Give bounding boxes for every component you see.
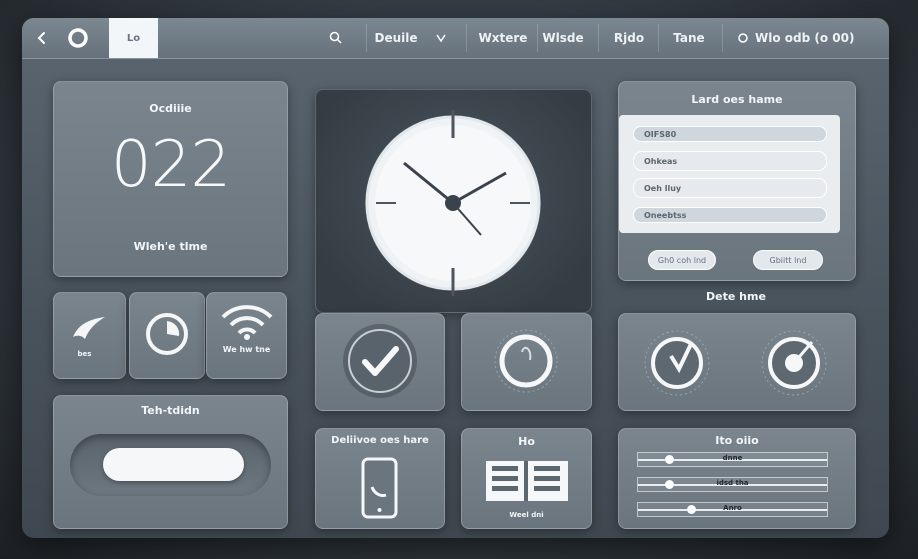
list-card[interactable]: Ho Weel dni [461,428,592,529]
quick-tile-1-label: bes [77,350,92,358]
date-card-title: Dete hme [706,290,766,303]
toggle-card-title: Teh-tdidn [141,404,200,417]
slider-label: dnne [722,454,743,462]
form-button-2[interactable]: Gbiitt lnd [753,250,823,270]
slider-card: Ito oiio dnne idsd tha Anro [618,428,856,529]
wifi-icon [219,295,275,345]
clock-card-title: Ocdiiie [149,102,192,115]
device-card-title: Deliivoe oes hare [331,435,429,446]
list-icon [486,461,568,501]
search-icon[interactable] [324,18,348,58]
form-field-1[interactable]: OIFS80 [633,126,827,142]
form-field-4[interactable]: Oneebtss [633,207,827,223]
slider-row[interactable]: dnne [637,452,828,467]
back-arrow-icon[interactable] [30,18,54,58]
quick-tile-3-label: We hw tne [222,345,271,354]
form-card: Lard oes hame OIFS80 Ohkeas Oeh lluy One… [618,81,856,281]
top-bar: Lo Deuile Wxtere Wlsde Rjdo Tane Wlo odb… [22,18,889,59]
clock-card[interactable]: Ocdiiie 022 Wleh'e tlme [53,81,288,277]
slider-label: idsd tha [716,479,749,487]
analog-clock-panel [315,89,592,313]
quick-tile-3[interactable]: We hw tne [206,292,287,379]
ring-panel[interactable] [461,313,592,411]
slider-label: Anro [723,504,742,512]
gauge-card[interactable] [618,313,856,411]
status-text: Wlo odb (o 00) [755,31,855,45]
chevron-down-icon[interactable] [432,18,450,58]
tab-active[interactable]: Lo [109,18,158,58]
toggle-knob[interactable] [103,448,244,481]
menu-tane[interactable]: Tane [666,18,712,58]
ring-icon [494,329,558,393]
menu-rjdo[interactable]: Rjdo [608,18,650,58]
slider-card-title: Ito oiio [715,434,759,447]
form-button-1[interactable]: Gh0 coh lnd [648,250,716,270]
check-panel[interactable] [315,313,445,411]
swoosh-icon [71,313,109,351]
list-card-title: Ho [518,435,535,448]
menu-wlsde[interactable]: Wlsde [542,18,584,58]
slider-row[interactable]: idsd tha [637,477,828,492]
form-field-2[interactable]: Ohkeas [633,151,827,171]
power-icon[interactable] [62,18,94,58]
dashboard-window: Lo Deuile Wxtere Wlsde Rjdo Tane Wlo odb… [22,18,889,538]
phone-icon [361,457,398,519]
check-icon [343,324,417,398]
menu-deuile[interactable]: Deuile [372,18,420,58]
analog-clock-icon [365,110,541,296]
toggle-track[interactable] [70,434,271,496]
clock-time-value: 022 [110,128,231,202]
form-field-3[interactable]: Oeh lluy [633,178,827,198]
quick-tile-2[interactable] [129,292,205,379]
form-card-title: Lard oes hame [691,93,783,106]
list-card-caption: Weel dni [509,511,544,519]
form-fields: OIFS80 Ohkeas Oeh lluy Oneebtss [619,115,840,233]
device-card[interactable]: Deliivoe oes hare [315,428,445,529]
toggle-card: Teh-tdidn [53,395,288,529]
radio-icon[interactable] [735,18,751,58]
quick-tile-1[interactable]: bes [53,292,126,379]
gauge-icon [644,330,827,396]
slider-row[interactable]: Anro [637,502,828,517]
timer-icon [144,311,190,361]
menu-wxtere[interactable]: Wxtere [474,18,532,58]
clock-card-caption: Wleh'e tlme [133,240,208,253]
